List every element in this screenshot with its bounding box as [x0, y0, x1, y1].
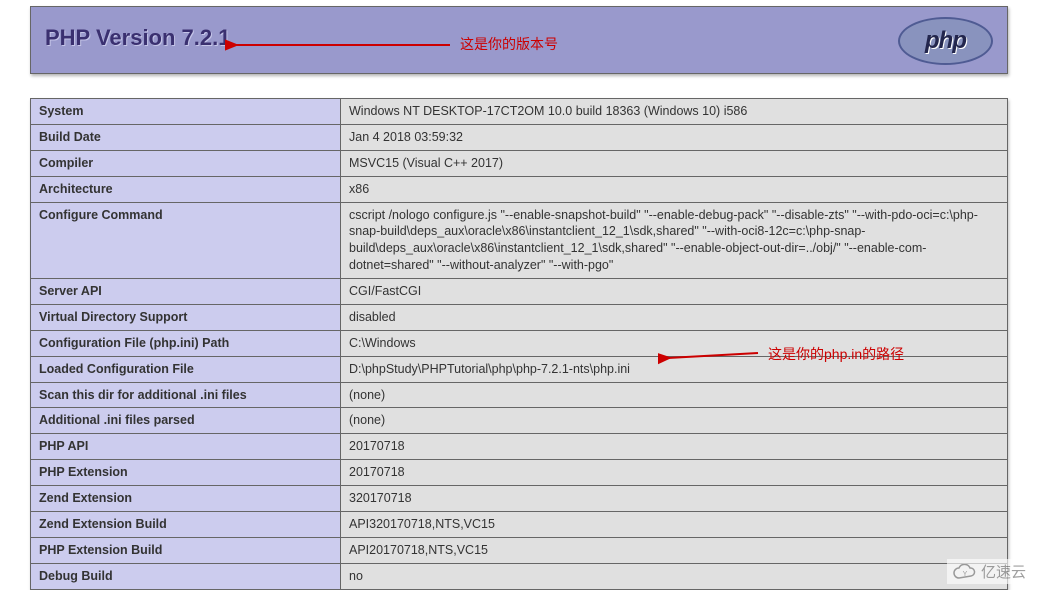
table-row: Additional .ini files parsed(none)	[31, 408, 1008, 434]
table-row: SystemWindows NT DESKTOP-17CT2OM 10.0 bu…	[31, 99, 1008, 125]
table-row: PHP Extension BuildAPI20170718,NTS,VC15	[31, 537, 1008, 563]
row-value: 20170718	[341, 460, 1008, 486]
row-value: API20170718,NTS,VC15	[341, 537, 1008, 563]
table-row: PHP Extension20170718	[31, 460, 1008, 486]
row-value: Windows NT DESKTOP-17CT2OM 10.0 build 18…	[341, 99, 1008, 125]
table-row: Virtual Directory Supportdisabled	[31, 304, 1008, 330]
svg-text:Y: Y	[963, 571, 968, 578]
table-row: Configuration File (php.ini) PathC:\Wind…	[31, 330, 1008, 356]
row-value: D:\phpStudy\PHPTutorial\php\php-7.2.1-nt…	[341, 356, 1008, 382]
row-label: Virtual Directory Support	[31, 304, 341, 330]
row-label: Configure Command	[31, 202, 341, 279]
table-row: Server APICGI/FastCGI	[31, 279, 1008, 305]
row-value: 320170718	[341, 486, 1008, 512]
watermark-text: 亿速云	[981, 561, 1026, 582]
phpinfo-table: SystemWindows NT DESKTOP-17CT2OM 10.0 bu…	[30, 98, 1008, 590]
table-row: Build DateJan 4 2018 03:59:32	[31, 124, 1008, 150]
row-label: Debug Build	[31, 563, 341, 589]
table-row: CompilerMSVC15 (Visual C++ 2017)	[31, 150, 1008, 176]
table-row: Scan this dir for additional .ini files(…	[31, 382, 1008, 408]
row-value: x86	[341, 176, 1008, 202]
row-value: cscript /nologo configure.js "--enable-s…	[341, 202, 1008, 279]
row-label: PHP API	[31, 434, 341, 460]
row-value: MSVC15 (Visual C++ 2017)	[341, 150, 1008, 176]
row-label: Zend Extension Build	[31, 511, 341, 537]
row-value: Jan 4 2018 03:59:32	[341, 124, 1008, 150]
row-label: PHP Extension	[31, 460, 341, 486]
table-row: PHP API20170718	[31, 434, 1008, 460]
row-value: API320170718,NTS,VC15	[341, 511, 1008, 537]
row-label: Configuration File (php.ini) Path	[31, 330, 341, 356]
phpinfo-header: PHP Version 7.2.1 php	[30, 6, 1008, 74]
row-label: Server API	[31, 279, 341, 305]
row-label: System	[31, 99, 341, 125]
cloud-icon: Y	[953, 564, 977, 580]
table-row: Debug Buildno	[31, 563, 1008, 589]
row-label: Zend Extension	[31, 486, 341, 512]
row-value: CGI/FastCGI	[341, 279, 1008, 305]
table-row: Zend Extension320170718	[31, 486, 1008, 512]
watermark: Y 亿速云	[947, 559, 1032, 584]
page-title: PHP Version 7.2.1	[45, 25, 993, 51]
row-value: 20170718	[341, 434, 1008, 460]
row-label: Additional .ini files parsed	[31, 408, 341, 434]
row-value: (none)	[341, 382, 1008, 408]
row-label: PHP Extension Build	[31, 537, 341, 563]
table-row: Architecturex86	[31, 176, 1008, 202]
row-value: C:\Windows	[341, 330, 1008, 356]
row-label: Loaded Configuration File	[31, 356, 341, 382]
php-logo: php	[898, 17, 993, 65]
table-row: Zend Extension BuildAPI320170718,NTS,VC1…	[31, 511, 1008, 537]
row-value: disabled	[341, 304, 1008, 330]
row-label: Compiler	[31, 150, 341, 176]
row-value: no	[341, 563, 1008, 589]
table-row: Configure Commandcscript /nologo configu…	[31, 202, 1008, 279]
row-label: Architecture	[31, 176, 341, 202]
table-row: Loaded Configuration FileD:\phpStudy\PHP…	[31, 356, 1008, 382]
row-label: Scan this dir for additional .ini files	[31, 382, 341, 408]
row-value: (none)	[341, 408, 1008, 434]
row-label: Build Date	[31, 124, 341, 150]
